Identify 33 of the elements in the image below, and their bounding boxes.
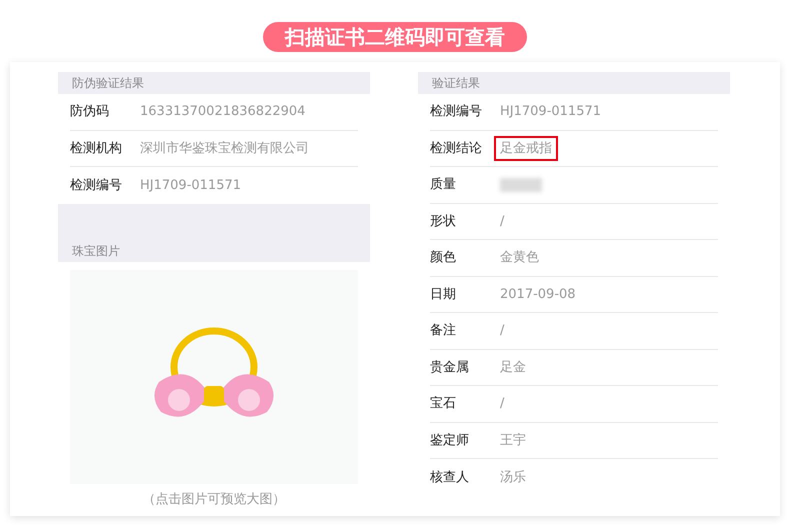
field-label: 颜色 [430,249,457,267]
banner: 扫描证书二维码即可查看 [263,22,527,52]
field-value: 王宇 [500,432,526,450]
field-label: 检测机构 [70,140,123,158]
section-title: 防伪验证结果 [72,75,144,92]
field-label: 形状 [430,212,457,230]
field-value: 足金戒指 [500,140,552,158]
field-label: 日期 [430,286,457,304]
field-value: HJ1709-011571 [140,176,242,194]
field-value: 16331370021836822904 [140,103,306,121]
field-label: 检测编号 [430,103,483,121]
field-label: 鉴定师 [430,432,470,450]
section-title: 珠宝图片 [72,242,120,260]
blurred-value [500,178,542,192]
field-value: 足金 [500,358,526,376]
field-label: 核查人 [430,468,470,486]
field-label: 检测编号 [70,176,123,194]
field-value: / [500,395,504,413]
field-value: 金黄色 [500,249,539,267]
section-title: 验证结果 [432,75,480,92]
field-value: / [500,212,504,230]
field-value: 2017-09-08 [500,286,576,304]
field-label: 备注 [430,322,457,340]
field-label: 防伪码 [70,103,110,121]
field-label: 质量 [430,176,457,194]
field-label: 宝石 [430,395,457,413]
field-value: 深圳市华鉴珠宝检测有限公司 [140,140,309,158]
field-label: 贵金属 [430,358,470,376]
field-label: 检测结论 [430,140,483,158]
field-value: / [500,322,504,340]
preview-hint: （点击图片可预览大图） [142,490,286,508]
field-value: 汤乐 [500,468,526,486]
field-value: HJ1709-011571 [500,103,602,121]
